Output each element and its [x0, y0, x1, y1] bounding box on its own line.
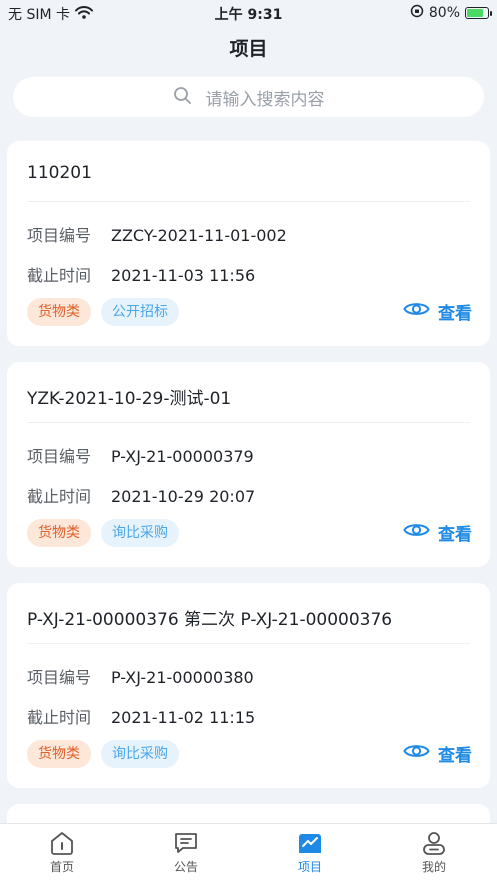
deadline-label: 截止时间	[27, 487, 92, 506]
view-label: 查看	[438, 525, 472, 545]
category-tag: 货物类	[27, 298, 91, 326]
divider	[27, 643, 470, 644]
deadline-value: 2021-11-03 11:56	[111, 266, 256, 285]
status-right: 80%	[410, 4, 492, 22]
tag-group: 货物类 公开招标	[27, 298, 179, 326]
category-tag: 货物类	[27, 740, 91, 768]
procurement-type-tag: 询比采购	[101, 519, 179, 547]
home-icon	[0, 830, 124, 856]
tab-label: 项目	[297, 860, 322, 874]
project-no-row: 项目编号 ZZCY-2021-11-01-002	[27, 222, 287, 246]
user-icon	[372, 830, 496, 856]
tab-projects[interactable]: 项目	[248, 830, 372, 875]
project-no-value: P-XJ-21-00000379	[111, 447, 254, 466]
deadline-row: 截止时间 2021-11-03 11:56	[27, 262, 255, 286]
project-no-row: 项目编号 P-XJ-21-00000379	[27, 443, 254, 467]
project-card[interactable]: P-XJ-21-00000376 第二次 P-XJ-21-00000376 项目…	[7, 583, 490, 788]
view-button[interactable]: 查看	[403, 741, 472, 766]
category-tag: 货物类	[27, 519, 91, 547]
project-no-label: 项目编号	[27, 668, 92, 687]
search-input[interactable]: 请输入搜索内容	[13, 77, 484, 117]
tab-announcements[interactable]: 公告	[124, 830, 248, 875]
deadline-label: 截止时间	[27, 266, 92, 285]
tab-label: 首页	[49, 860, 74, 874]
battery-icon	[465, 7, 492, 19]
eye-icon	[403, 742, 430, 765]
view-label: 查看	[438, 746, 472, 766]
orientation-lock-icon	[410, 4, 424, 22]
project-card[interactable]: YZK-2021-10-29-测试-01 项目编号 P-XJ-21-0000037…	[7, 362, 490, 567]
project-no-label: 项目编号	[27, 226, 92, 245]
divider	[27, 422, 470, 423]
deadline-value: 2021-11-02 11:15	[111, 708, 256, 727]
status-bar: 无 SIM 卡 上午 9:31 80%	[0, 0, 497, 26]
tab-label: 我的	[421, 860, 446, 874]
deadline-row: 截止时间 2021-11-02 11:15	[27, 704, 255, 728]
tag-group: 货物类 询比采购	[27, 740, 179, 768]
tab-mine[interactable]: 我的	[372, 830, 496, 875]
deadline-row: 截止时间 2021-10-29 20:07	[27, 483, 255, 507]
project-title: 110201	[27, 163, 92, 183]
tab-bar: 首页 公告 项目 我的	[0, 823, 497, 884]
divider	[27, 201, 470, 202]
project-no-label: 项目编号	[27, 447, 92, 466]
project-no-row: 项目编号 P-XJ-21-00000380	[27, 664, 254, 688]
project-title: P-XJ-21-00000376 第二次 P-XJ-21-00000376	[27, 610, 393, 630]
project-no-value: P-XJ-21-00000380	[111, 668, 254, 687]
battery-percent: 80%	[428, 5, 460, 21]
chart-icon	[248, 830, 372, 856]
tab-home[interactable]: 首页	[0, 830, 124, 875]
project-card[interactable]: 110201 项目编号 ZZCY-2021-11-01-002 截止时间 2021-…	[7, 141, 490, 346]
procurement-type-tag: 询比采购	[101, 740, 179, 768]
view-button[interactable]: 查看	[403, 520, 472, 545]
search-placeholder: 请输入搜索内容	[205, 89, 325, 110]
project-no-value: ZZCY-2021-11-01-002	[111, 226, 287, 245]
view-button[interactable]: 查看	[403, 299, 472, 324]
project-title: YZK-2021-10-29-测试-01	[27, 389, 232, 409]
view-label: 查看	[438, 304, 472, 324]
deadline-label: 截止时间	[27, 708, 92, 727]
tag-group: 货物类 询比采购	[27, 519, 179, 547]
tab-label: 公告	[173, 860, 198, 874]
eye-icon	[403, 300, 430, 323]
procurement-type-tag: 公开招标	[101, 298, 179, 326]
search-icon	[173, 86, 192, 109]
message-icon	[124, 830, 248, 856]
page-title: 项目	[229, 38, 268, 60]
eye-icon	[403, 521, 430, 544]
deadline-value: 2021-10-29 20:07	[111, 487, 256, 506]
